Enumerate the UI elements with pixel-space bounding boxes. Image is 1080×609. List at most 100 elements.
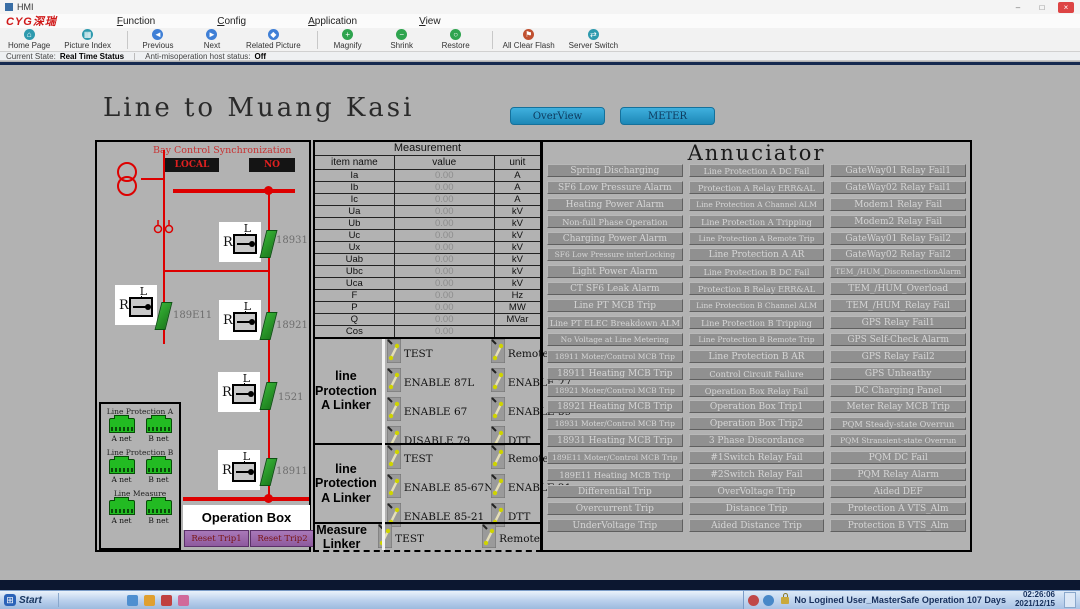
operation-box-buttons: Reset Trip1Reset Trip2	[184, 530, 315, 547]
breaker-box-18911[interactable]: R L	[218, 450, 260, 490]
toolbar-button-label: Previous	[142, 41, 173, 50]
menu-item-view[interactable]: View	[419, 16, 441, 27]
annunciator-tile: Light Power Alarm	[547, 265, 683, 278]
annunciator-title: Annuciator	[543, 142, 970, 164]
measurement-cell: P	[315, 302, 395, 313]
toolbar-server-switch[interactable]: ⇄Server Switch	[569, 29, 618, 50]
annunciator-tile: Protection B Relay ERR&AL	[689, 282, 825, 295]
annunciator-tile: #2Switch Relay Fail	[689, 468, 825, 481]
toolbar-magnify[interactable]: +Magnify	[328, 29, 368, 50]
annunciator-tile: 3 Phase Discordance	[689, 434, 825, 447]
tray-ball-icon[interactable]	[748, 595, 759, 606]
breaker-box-1521[interactable]: R L	[218, 372, 260, 412]
linker-switch-enable-87l[interactable]: ENABLE 87L	[387, 368, 491, 397]
toolbar-button-label: Picture Index	[64, 41, 111, 50]
network-port-label: A net	[111, 516, 131, 525]
start-button[interactable]: ⊞ Start	[0, 591, 50, 609]
network-panel: Line Protection AA netB netLine Protecti…	[99, 402, 181, 550]
annunciator-tile: 18911 Heating MCB Trip	[547, 367, 683, 380]
close-icon[interactable]: ×	[1058, 2, 1074, 13]
annunciator-column: Spring DischargingSF6 Low Pressure Alarm…	[547, 164, 683, 546]
breaker-label: 18921	[276, 320, 308, 331]
quick-launch-tray	[127, 595, 189, 606]
menu-item-application[interactable]: Application	[308, 16, 357, 27]
breaker-symbol	[232, 462, 256, 482]
measurement-cell: Uca	[315, 278, 395, 289]
annunciator-tile: Line Protection B AR	[689, 350, 825, 363]
ethernet-port-icon	[109, 459, 135, 474]
annunciator-tile: GateWay02 Relay Fail2	[830, 248, 966, 261]
linker-switch-remote[interactable]: Remote	[491, 339, 549, 368]
breaker-r-label: R	[222, 385, 232, 400]
reset-trip2-button[interactable]: Reset Trip2	[250, 530, 315, 547]
linker-switch-enable-85-67n[interactable]: ENABLE 85-67N	[387, 474, 491, 503]
scada-canvas: Line to Muang Kasi OverView METER Bay Co…	[0, 65, 1080, 580]
minimize-icon[interactable]: –	[1010, 2, 1026, 13]
network-port-label: B net	[148, 516, 168, 525]
linker-switch-remote[interactable]: Remote	[482, 524, 540, 553]
breaker-box-18931[interactable]: R L	[219, 222, 261, 262]
ct-symbol-icon	[152, 220, 176, 234]
main-bus	[173, 189, 295, 193]
start-label: Start	[19, 595, 42, 606]
overview-button[interactable]: OverView	[510, 107, 605, 125]
windows-logo-icon: ⊞	[4, 594, 16, 606]
annunciator-tile: SF6 Low Pressure Alarm	[547, 181, 683, 194]
disconnector-18911-icon[interactable]	[260, 458, 278, 486]
toolbar-related-picture[interactable]: ◆Related Picture	[246, 29, 301, 50]
meter-button[interactable]: METER	[620, 107, 715, 125]
tray-pink-icon[interactable]	[178, 595, 189, 606]
linker-switch-remote[interactable]: Remote	[491, 445, 549, 474]
toolbar-picture-index[interactable]: ▦Picture Index	[64, 29, 111, 50]
measurement-cell: Ic	[315, 194, 395, 205]
maximize-icon[interactable]: □	[1034, 2, 1050, 13]
disconnector-1521-icon[interactable]	[260, 382, 278, 410]
breaker-box-189E11[interactable]: R L	[115, 285, 157, 325]
toolbar-next[interactable]: ►Next	[192, 29, 232, 50]
tray-orange-icon[interactable]	[144, 595, 155, 606]
operation-box-title: Operation Box	[183, 505, 310, 530]
annunciator-tile: GPS Self-Check Alarm	[830, 333, 966, 346]
toolbar-all-clear-flash[interactable]: ⚑All Clear Flash	[503, 29, 555, 50]
bus-junction	[264, 494, 273, 503]
linker-switch-test[interactable]: TEST	[387, 445, 491, 474]
measurement-cell: 0.00	[395, 254, 495, 265]
previous-icon: ◄	[152, 29, 163, 40]
current-state-label: Current State:	[6, 52, 56, 61]
disconnector-18931-icon[interactable]	[260, 230, 278, 258]
menu-item-config[interactable]: Config	[217, 16, 246, 27]
breaker-symbol	[232, 384, 256, 404]
measurement-cell: 0.00	[395, 314, 495, 325]
brand-logo: CYG深瑞	[6, 13, 57, 29]
toolbar-home-page[interactable]: ⌂Home Page	[8, 29, 50, 50]
measurement-cell: 0.00	[395, 326, 495, 337]
linker-switch-label: TEST	[404, 453, 433, 465]
tray-eye-icon[interactable]	[127, 595, 138, 606]
picture-index-icon: ▦	[82, 29, 93, 40]
linker-switch-test[interactable]: TEST	[387, 339, 491, 368]
annunciator-tile: GPS Relay Fail1	[830, 316, 966, 329]
annunciator-tile: Operation Box Trip2	[689, 417, 825, 430]
toolbar-previous[interactable]: ◄Previous	[138, 29, 178, 50]
measurement-table-body: Ia0.00AIb0.00AIc0.00AUa0.00kVUb0.00kVUc0…	[315, 170, 540, 337]
measurement-cell: kV	[495, 266, 540, 277]
linker-switch-test[interactable]: TEST	[378, 524, 482, 553]
network-port: A net	[109, 418, 135, 443]
ethernet-port-icon	[109, 500, 135, 515]
tray-net-icon[interactable]	[763, 595, 774, 606]
clock-time: 02:26:06	[1023, 590, 1055, 599]
window-title: HMI	[17, 2, 34, 12]
toolbar-restore[interactable]: ○Restore	[436, 29, 476, 50]
measurement-cell: 0.00	[395, 242, 495, 253]
menu-item-function[interactable]: Function	[117, 16, 155, 27]
linker-switch-enable-67[interactable]: ENABLE 67	[387, 397, 491, 426]
annunciator-tile: 189E11 Heating MCB Trip	[547, 468, 683, 481]
reset-trip1-button[interactable]: Reset Trip1	[184, 530, 249, 547]
show-desktop-button[interactable]	[1064, 592, 1076, 608]
breaker-box-18921[interactable]: R L	[219, 300, 261, 340]
disconnector-18921-icon[interactable]	[260, 312, 278, 340]
tray-shield-icon[interactable]	[161, 595, 172, 606]
bottom-bus	[183, 497, 309, 501]
toolbar-shrink[interactable]: −Shrink	[382, 29, 422, 50]
disconnector-189E11-icon[interactable]	[155, 302, 173, 330]
